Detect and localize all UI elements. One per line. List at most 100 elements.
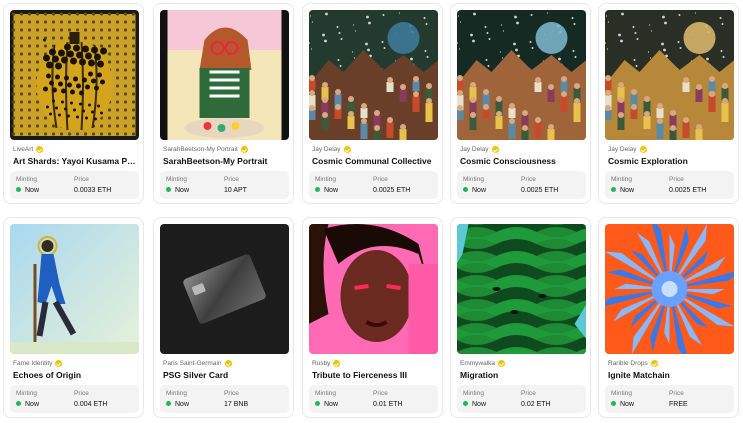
- price-label: Price: [373, 390, 388, 397]
- minting-status-text: Now: [324, 187, 339, 194]
- drop-card[interactable]: Emmywalka Migration Minting Price Now 0.…: [450, 217, 591, 418]
- drop-title[interactable]: Art Shards: Yayoi Kusama Pu...: [13, 156, 137, 166]
- drop-card[interactable]: Jay Delay Cosmic Consciousness Minting P…: [450, 3, 591, 204]
- live-dot-icon: [166, 401, 171, 406]
- creator-name[interactable]: Jay Delay: [460, 146, 489, 153]
- drop-title[interactable]: Echoes of Origin: [13, 370, 137, 380]
- price-value: 0.0025 ETH: [521, 187, 559, 194]
- creator-name[interactable]: Emmywalka: [460, 360, 495, 367]
- artwork-image: [457, 224, 586, 354]
- price-value: 0.01 ETH: [373, 401, 403, 408]
- artwork-image: [160, 224, 289, 354]
- price-label: Price: [521, 176, 536, 183]
- drop-title[interactable]: PSG Silver Card: [163, 370, 287, 380]
- drop-artwork[interactable]: [160, 10, 289, 140]
- creator-row[interactable]: Jay Delay: [608, 146, 647, 153]
- drop-card[interactable]: Rarible Drops Ignite Matchain Minting Pr…: [598, 217, 739, 418]
- drop-card[interactable]: Rusby Tribute to Fierceness III Minting …: [302, 217, 443, 418]
- drop-artwork[interactable]: [605, 10, 734, 140]
- live-dot-icon: [16, 401, 21, 406]
- creator-row[interactable]: Rusby: [312, 360, 341, 367]
- mint-info-panel: Minting Price Now 0.0025 ETH: [457, 171, 586, 199]
- creator-row[interactable]: SarahBeetson-My Portrait: [163, 146, 248, 153]
- minting-label: Minting: [463, 390, 484, 397]
- creator-name[interactable]: Rusby: [312, 360, 330, 367]
- drop-artwork[interactable]: [457, 224, 586, 354]
- drop-card[interactable]: SarahBeetson-My Portrait SarahBeetson-My…: [153, 3, 294, 204]
- drop-title[interactable]: Ignite Matchain: [608, 370, 732, 380]
- price-label: Price: [669, 176, 684, 183]
- drop-title[interactable]: SarahBeetson-My Portrait: [163, 156, 287, 166]
- price-value: 17 BNB: [224, 401, 249, 408]
- drop-artwork[interactable]: [10, 10, 139, 140]
- minting-status: Now: [166, 187, 189, 194]
- drop-card[interactable]: LiveArt Art Shards: Yayoi Kusama Pu... M…: [3, 3, 144, 204]
- price-label: Price: [373, 176, 388, 183]
- live-dot-icon: [463, 187, 468, 192]
- mint-info-panel: Minting Price Now 17 BNB: [160, 385, 289, 413]
- verified-badge-icon: [343, 146, 351, 153]
- creator-name[interactable]: Jay Delay: [608, 146, 637, 153]
- minting-label: Minting: [16, 390, 37, 397]
- mint-info-panel: Minting Price Now 0.02 ETH: [457, 385, 586, 413]
- drop-artwork[interactable]: [457, 10, 586, 140]
- creator-row[interactable]: Paris Saint-Germain: [163, 360, 232, 367]
- creator-name[interactable]: SarahBeetson-My Portrait: [163, 146, 238, 153]
- price-value: 0.004 ETH: [74, 401, 108, 408]
- creator-row[interactable]: Emmywalka: [460, 360, 506, 367]
- live-dot-icon: [166, 187, 171, 192]
- minting-status: Now: [463, 401, 486, 408]
- creator-row[interactable]: Jay Delay: [460, 146, 499, 153]
- price-value: 10 APT: [224, 187, 247, 194]
- drop-artwork[interactable]: [10, 224, 139, 354]
- minting-status: Now: [16, 187, 39, 194]
- creator-name[interactable]: Jay Delay: [312, 146, 341, 153]
- price-value: FREE: [669, 401, 688, 408]
- drop-card[interactable]: Fame Identity Echoes of Origin Minting P…: [3, 217, 144, 418]
- creator-row[interactable]: Rarible Drops: [608, 360, 658, 367]
- creator-row[interactable]: LiveArt: [13, 146, 44, 153]
- artwork-image: [605, 10, 734, 140]
- verified-badge-icon: [639, 146, 647, 153]
- price-label: Price: [669, 390, 684, 397]
- drop-title[interactable]: Cosmic Exploration: [608, 156, 732, 166]
- drop-artwork[interactable]: [309, 10, 438, 140]
- minting-label: Minting: [611, 390, 632, 397]
- creator-name[interactable]: LiveArt: [13, 146, 33, 153]
- creator-name[interactable]: Fame Identity: [13, 360, 52, 367]
- live-dot-icon: [315, 401, 320, 406]
- artwork-image: [160, 10, 289, 140]
- minting-label: Minting: [315, 390, 336, 397]
- mint-info-panel: Minting Price Now 0.0025 ETH: [605, 171, 734, 199]
- creator-row[interactable]: Jay Delay: [312, 146, 351, 153]
- verified-badge-icon: [240, 146, 248, 153]
- minting-label: Minting: [16, 176, 37, 183]
- drop-title[interactable]: Migration: [460, 370, 584, 380]
- drop-title[interactable]: Cosmic Consciousness: [460, 156, 584, 166]
- drop-title[interactable]: Tribute to Fierceness III: [312, 370, 436, 380]
- verified-badge-icon: [333, 360, 341, 367]
- mint-info-panel: Minting Price Now 10 APT: [160, 171, 289, 199]
- drop-artwork[interactable]: [160, 224, 289, 354]
- creator-name[interactable]: Rarible Drops: [608, 360, 648, 367]
- drop-card[interactable]: Jay Delay Cosmic Exploration Minting Pri…: [598, 3, 739, 204]
- verified-badge-icon: [224, 360, 232, 367]
- live-dot-icon: [611, 187, 616, 192]
- drop-title[interactable]: Cosmic Communal Collective: [312, 156, 436, 166]
- minting-label: Minting: [166, 390, 187, 397]
- live-dot-icon: [611, 401, 616, 406]
- drop-artwork[interactable]: [309, 224, 438, 354]
- live-dot-icon: [463, 401, 468, 406]
- minting-label: Minting: [166, 176, 187, 183]
- creator-row[interactable]: Fame Identity: [13, 360, 63, 367]
- drop-artwork[interactable]: [605, 224, 734, 354]
- minting-status-text: Now: [25, 401, 40, 408]
- drop-card[interactable]: Jay Delay Cosmic Communal Collective Min…: [302, 3, 443, 204]
- mint-info-panel: Minting Price Now 0.004 ETH: [10, 385, 139, 413]
- mint-info-panel: Minting Price Now FREE: [605, 385, 734, 413]
- creator-name[interactable]: Paris Saint-Germain: [163, 360, 222, 367]
- minting-status: Now: [315, 187, 338, 194]
- drop-card[interactable]: Paris Saint-Germain PSG Silver Card Mint…: [153, 217, 294, 418]
- price-value: 0.0025 ETH: [669, 187, 707, 194]
- price-label: Price: [521, 390, 536, 397]
